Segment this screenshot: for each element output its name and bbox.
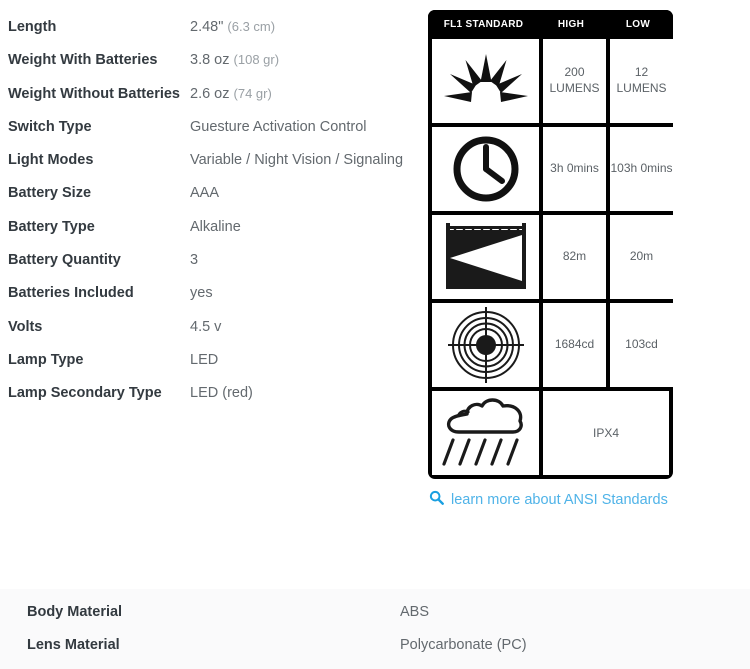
fl1-row-water-resistance: IPX4 <box>432 391 669 475</box>
fl1-cell-high-lumens: 200 LUMENS <box>543 39 606 123</box>
light-output-sunburst-icon <box>432 39 539 123</box>
ansi-standards-link-label: learn more about ANSI Standards <box>451 492 668 508</box>
material-value: Polycarbonate (PC) <box>400 636 527 653</box>
spec-value-main: 2.6 oz <box>190 85 230 102</box>
spec-row-switch-type: Switch Type Guesture Activation Control <box>0 118 418 137</box>
spec-row-light-modes: Light Modes Variable / Night Vision / Si… <box>0 151 418 170</box>
material-row-body: Body Material ABS <box>0 603 750 622</box>
spec-value-sub: (6.3 cm) <box>227 19 276 34</box>
spec-label: Weight With Batteries <box>8 52 158 69</box>
spec-row-lamp-secondary-type: Lamp Secondary Type LED (red) <box>0 384 418 403</box>
spec-value: 2.48" (6.3 cm) <box>190 18 418 37</box>
search-icon <box>429 490 444 510</box>
materials-panel: Body Material ABS Lens Material Polycarb… <box>0 589 750 669</box>
fl1-header-high: HIGH <box>557 19 585 30</box>
fl1-table-header-row: FL1 STANDARD HIGH LOW <box>428 10 673 39</box>
spec-value: LED <box>190 351 219 368</box>
material-value: ABS <box>400 604 430 620</box>
spec-label: Batteries Included <box>8 285 134 302</box>
fl1-cell-high-intensity: 1684cd <box>543 303 606 387</box>
peak-beam-intensity-icon <box>432 303 539 387</box>
fl1-value-high: 200 LUMENS <box>549 65 600 95</box>
fl1-cell-low-distance: 20m <box>610 215 673 299</box>
spec-row-battery-type: Battery Type Alkaline <box>0 218 418 237</box>
fl1-cell-low-runtime: 103h 0mins <box>610 127 673 211</box>
fl1-standard-table: FL1 STANDARD HIGH LOW 200 LUMENS 12 LUME… <box>428 10 673 479</box>
product-specifications-page: Length 2.48" (6.3 cm) Weight With Batter… <box>0 0 750 669</box>
water-resistance-rain-icon <box>432 391 539 475</box>
material-row-lens: Lens Material Polycarbonate (PC) <box>0 636 750 655</box>
fl1-row-peak-beam-intensity: 1684cd 103cd <box>432 303 673 387</box>
fl1-row-light-output: 200 LUMENS 12 LUMENS <box>432 39 673 123</box>
spec-row-length: Length 2.48" (6.3 cm) <box>0 18 418 37</box>
fl1-cell-high-distance: 82m <box>543 215 606 299</box>
spec-value: LED (red) <box>190 385 253 402</box>
spec-label: Volts <box>8 318 43 335</box>
fl1-cell-low-intensity: 103cd <box>610 303 673 387</box>
run-time-clock-icon <box>432 127 539 211</box>
spec-value-main: 2.48" <box>190 19 224 35</box>
spec-label: Light Modes <box>8 152 94 169</box>
spec-label: Lamp Secondary Type <box>8 385 162 402</box>
spec-label: Weight Without Batteries <box>8 85 180 102</box>
material-label: Body Material <box>27 604 123 620</box>
fl1-cell-water-rating: IPX4 <box>543 391 669 475</box>
spec-row-batteries-included: Batteries Included yes <box>0 284 418 303</box>
spec-row-weight-without-batteries: Weight Without Batteries 2.6 oz (74 gr) <box>0 85 418 104</box>
spec-label: Length <box>8 19 57 35</box>
spec-value-sub: (108 gr) <box>233 52 280 68</box>
spec-row-lamp-type: Lamp Type LED <box>0 351 418 370</box>
spec-value: Guesture Activation Control <box>190 118 367 135</box>
spec-value: 3.8 oz (108 gr) <box>190 51 418 70</box>
fl1-table-body: 200 LUMENS 12 LUMENS 3h 0mins 103h 0mins <box>428 39 673 479</box>
spec-value-sub: (74 gr) <box>233 85 272 101</box>
spec-value: 4.5 v <box>190 318 222 335</box>
spec-label: Battery Quantity <box>8 251 121 268</box>
fl1-cell-low-lumens: 12 LUMENS <box>610 39 673 123</box>
fl1-row-beam-distance: 82m 20m <box>432 215 673 299</box>
spec-row-weight-with-batteries: Weight With Batteries 3.8 oz (108 gr) <box>0 51 418 70</box>
fl1-header-low: LOW <box>625 19 651 30</box>
fl1-value-low: 12 LUMENS <box>616 65 667 95</box>
beam-distance-icon <box>432 215 539 299</box>
spec-value-main: 3.8 oz <box>190 52 230 69</box>
fl1-header-standard: FL1 STANDARD <box>443 19 524 30</box>
spec-label: Battery Type <box>8 218 95 235</box>
spec-value: AAA <box>190 185 220 202</box>
fl1-cell-high-runtime: 3h 0mins <box>543 127 606 211</box>
spec-row-volts: Volts 4.5 v <box>0 318 418 337</box>
spec-value: 2.6 oz (74 gr) <box>190 85 418 104</box>
fl1-row-run-time: 3h 0mins 103h 0mins <box>432 127 673 211</box>
spec-value: Alkaline <box>190 218 241 235</box>
ansi-standards-link[interactable]: learn more about ANSI Standards <box>429 490 668 510</box>
spec-label: Switch Type <box>8 118 92 135</box>
spec-value: 3 <box>190 251 199 268</box>
spec-label: Lamp Type <box>8 351 84 368</box>
spec-row-battery-quantity: Battery Quantity 3 <box>0 251 418 270</box>
spec-value: yes <box>190 285 213 302</box>
specifications-list: Length 2.48" (6.3 cm) Weight With Batter… <box>0 18 418 417</box>
spec-value: Variable / Night Vision / Signaling <box>190 152 404 169</box>
spec-label: Battery Size <box>8 185 92 202</box>
material-label: Lens Material <box>27 636 120 653</box>
spec-row-battery-size: Battery Size AAA <box>0 184 418 203</box>
